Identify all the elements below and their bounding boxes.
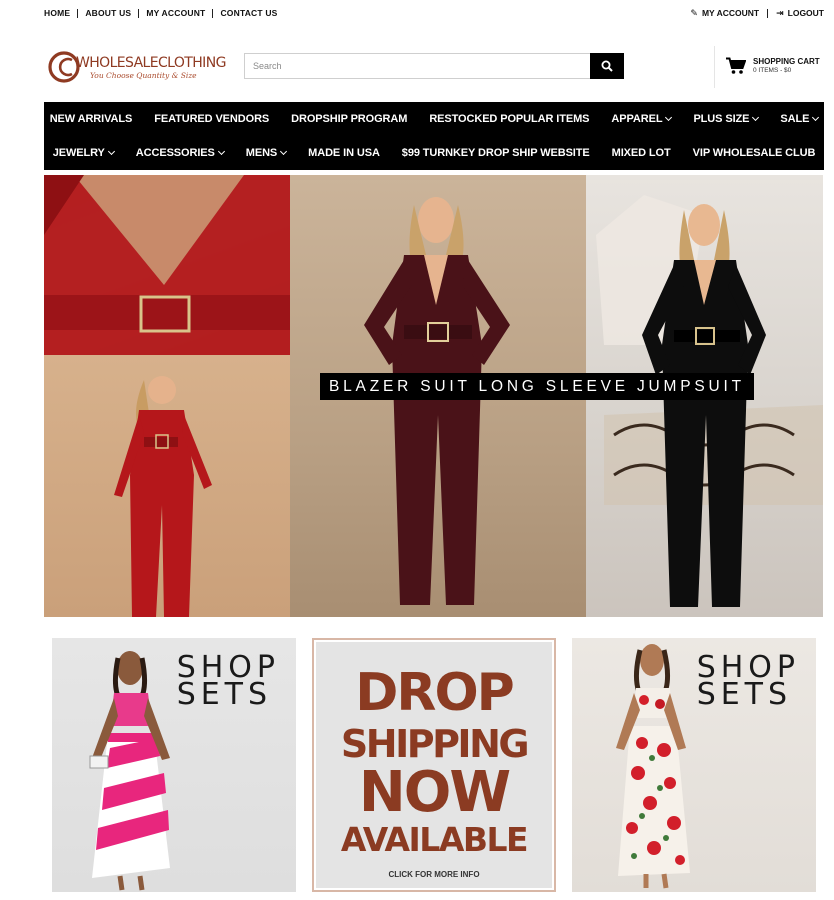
nav-label: NEW ARRIVALS	[49, 113, 133, 125]
nav-plus-size[interactable]: PLUS SIZE	[682, 113, 769, 125]
nav-featured-vendors[interactable]: FEATURED VENDORS	[143, 113, 280, 125]
nav-new-arrivals[interactable]: NEW ARRIVALS	[39, 113, 144, 125]
top-links: HOME ABOUT US MY ACCOUNT CONTACT US	[44, 8, 278, 18]
search-icon	[601, 60, 613, 72]
nav-label: MIXED LOT	[611, 147, 671, 159]
nav-label: $99 TURNKEY DROP SHIP WEBSITE	[401, 147, 590, 159]
nav-accessories[interactable]: ACCESSORIES	[125, 147, 235, 159]
logo-tagline: You Choose Quantity & Size	[90, 71, 197, 80]
nav-label: FEATURED VENDORS	[154, 113, 270, 125]
nav-made-in-usa[interactable]: MADE IN USA	[297, 147, 391, 159]
promo-right-title: SHOP SETS	[696, 653, 800, 712]
nav-label: JEWELRY	[52, 147, 105, 159]
top-link-contact-us[interactable]: CONTACT US	[220, 8, 277, 18]
logout-label: LOGOUT	[787, 8, 824, 18]
cart-summary: 0 ITEMS - $0	[753, 67, 792, 74]
divider	[77, 8, 79, 18]
chevron-down-icon	[812, 113, 820, 122]
search-bar	[244, 53, 624, 79]
chevron-down-icon	[217, 147, 225, 156]
divider	[138, 8, 140, 18]
drop-line3: NOW	[358, 760, 511, 825]
logout-link[interactable]: ⇥ LOGOUT	[776, 8, 824, 19]
drop-shipping-cta: CLICK FOR MORE INFO	[388, 870, 480, 879]
chevron-down-icon	[752, 113, 760, 122]
hero-banner-title: BLAZER SUIT LONG SLEEVE JUMPSUIT	[320, 373, 754, 400]
promo-right-line2: SETS	[696, 677, 793, 712]
promo-drop-shipping[interactable]: DROP SHIPPING NOW AVAILABLE CLICK FOR MO…	[312, 638, 556, 892]
my-account-link[interactable]: ✎ MY ACCOUNT	[690, 8, 759, 19]
drop-line1: DROP	[355, 663, 515, 723]
divider	[212, 8, 214, 18]
nav-label: RESTOCKED POPULAR ITEMS	[429, 113, 590, 125]
nav-turnkey-drop-ship-website[interactable]: $99 TURNKEY DROP SHIP WEBSITE	[391, 147, 601, 159]
nav-label: DROPSHIP PROGRAM	[291, 113, 408, 125]
nav-vip-wholesale-club[interactable]: VIP WHOLESALE CLUB	[682, 147, 827, 159]
nav-jewelry[interactable]: JEWELRY	[42, 147, 125, 159]
logo-brand-text: WHOLESALECLOTHING	[76, 55, 226, 71]
hero-banner[interactable]: BLAZER SUIT LONG SLEEVE JUMPSUIT	[44, 175, 823, 617]
my-account-label: MY ACCOUNT	[701, 8, 760, 18]
nav-label: ACCESSORIES	[135, 147, 215, 159]
logout-icon: ⇥	[776, 8, 784, 18]
chevron-down-icon	[280, 147, 288, 156]
nav-label: PLUS SIZE	[693, 113, 750, 125]
shopping-cart[interactable]: SHOPPING CART 0 ITEMS - $0	[714, 46, 826, 88]
promo-shop-sets-right[interactable]: SHOP SETS	[572, 638, 816, 892]
chevron-down-icon	[107, 147, 115, 156]
drop-line2: SHIPPING	[340, 722, 530, 766]
nav-label: VIP WHOLESALE CLUB	[692, 147, 816, 159]
nav-restocked-popular-items[interactable]: RESTOCKED POPULAR ITEMS	[418, 113, 600, 125]
nav-apparel[interactable]: APPAREL	[600, 113, 682, 125]
search-button[interactable]	[590, 53, 624, 79]
promo-shop-sets-left[interactable]: SHOP SETS	[52, 638, 296, 892]
nav-row-primary: NEW ARRIVALS FEATURED VENDORS DROPSHIP P…	[44, 102, 824, 136]
site-logo[interactable]: WHOLESALECLOTHING You Choose Quantity & …	[48, 50, 226, 84]
nav-dropship-program[interactable]: DROPSHIP PROGRAM	[280, 113, 418, 125]
top-link-my-account[interactable]: MY ACCOUNT	[146, 8, 205, 18]
nav-mixed-lot[interactable]: MIXED LOT	[601, 147, 682, 159]
top-link-about-us[interactable]: ABOUT US	[85, 8, 131, 18]
nav-row-secondary: JEWELRY ACCESSORIES MENS MADE IN USA $99…	[44, 136, 824, 170]
drop-line4: AVAILABLE	[340, 820, 529, 859]
nav-label: MADE IN USA	[308, 147, 380, 159]
cart-icon	[726, 57, 746, 74]
nav-label: APPAREL	[611, 113, 663, 125]
chevron-down-icon	[665, 113, 673, 122]
cart-title: SHOPPING CART	[753, 57, 820, 66]
promo-left-line2: SETS	[176, 677, 273, 712]
account-links: ✎ MY ACCOUNT ⇥ LOGOUT	[690, 8, 824, 19]
promo-drop-shipping-panel: DROP SHIPPING NOW AVAILABLE CLICK FOR MO…	[316, 642, 552, 888]
promo-left-title: SHOP SETS	[176, 653, 280, 712]
nav-label: SALE	[780, 113, 810, 125]
top-link-home[interactable]: HOME	[44, 8, 70, 18]
pencil-icon: ✎	[690, 8, 698, 18]
search-input[interactable]	[245, 54, 591, 78]
main-navigation: NEW ARRIVALS FEATURED VENDORS DROPSHIP P…	[44, 102, 824, 170]
top-utility-bar: HOME ABOUT US MY ACCOUNT CONTACT US ✎ MY …	[0, 0, 834, 26]
divider	[767, 9, 769, 18]
nav-mens[interactable]: MENS	[235, 147, 297, 159]
nav-label: MENS	[245, 147, 278, 159]
nav-sale[interactable]: SALE	[769, 113, 829, 125]
